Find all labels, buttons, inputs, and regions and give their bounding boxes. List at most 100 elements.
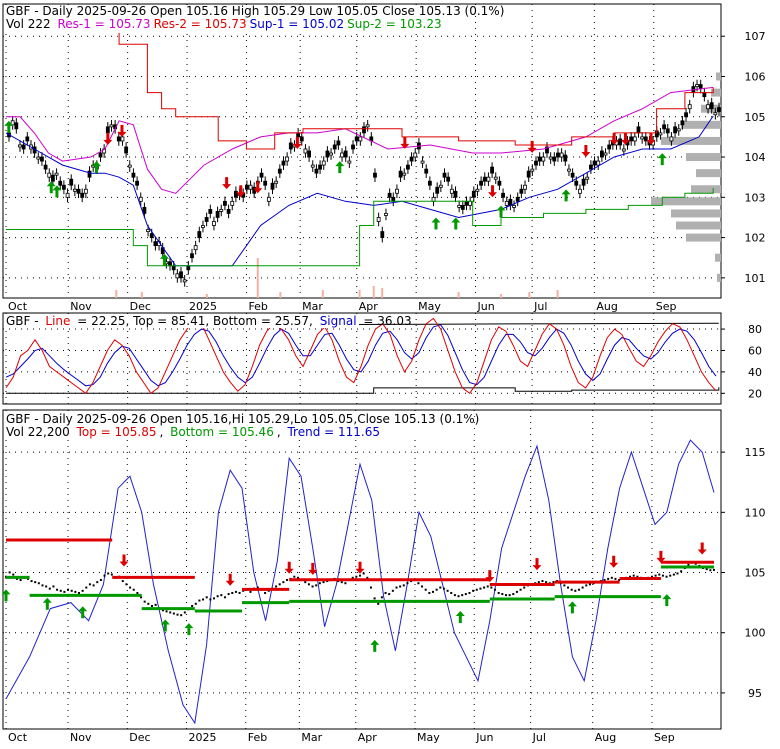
trend-price-tick [552, 581, 555, 584]
x-tick-label: 2025 [189, 300, 217, 313]
x-tick-label: Jun [475, 731, 493, 744]
x-tick-label: Mar [301, 731, 322, 744]
candle-body [548, 156, 553, 160]
trend-price-tick [391, 589, 394, 592]
candle-body [669, 136, 674, 142]
price-y-tick-label: 101 [745, 272, 766, 285]
trend-price-tick [468, 591, 471, 594]
support-arrow [496, 205, 506, 218]
trend-price-tick [567, 586, 570, 589]
candle-body [266, 196, 271, 202]
trend-price-tick [369, 586, 372, 589]
trend-header-line2-part: Top = 105.85 [76, 425, 157, 439]
trend-price-tick [676, 572, 679, 575]
candle-body [362, 126, 366, 134]
trend-price-tick [479, 587, 482, 590]
x-tick-label: Aug [595, 731, 616, 744]
x-tick-label: Oct [8, 300, 28, 313]
candle-body [307, 150, 312, 158]
candle-body [54, 172, 59, 176]
volume-bar [279, 292, 282, 298]
trend-price-tick [172, 612, 175, 615]
trend-header-line2-part: Bottom = 105.46 [170, 425, 274, 439]
candle-body [215, 211, 220, 218]
trend-price-tick [191, 604, 194, 607]
candle-body [190, 253, 194, 259]
candle-body [530, 168, 535, 172]
trend-price-tick [486, 585, 489, 588]
candle-body [391, 196, 396, 202]
candle-body [230, 200, 235, 206]
trend-price-tick [585, 584, 588, 587]
resistance-arrow [488, 185, 498, 198]
trend-y-tick-label: 110 [745, 506, 766, 519]
candle-body [471, 190, 476, 198]
stoch-header-part: = 22.25, Top = 85.41, Bottom = 25.57, [73, 314, 316, 328]
candle-body [318, 164, 322, 170]
candle-body [449, 188, 454, 194]
support-arrow [561, 189, 571, 202]
candle-body [406, 164, 410, 170]
trend-price-tick [541, 580, 544, 583]
trend-price-tick [132, 588, 135, 591]
trend-header-line2: Vol 22,200 Top = 105.85, Bottom = 105.46… [6, 425, 380, 439]
price-header-line2-part: Res-1 = 105.73 [58, 17, 151, 31]
support-arrow [46, 181, 56, 194]
trend-price-tick [249, 590, 252, 593]
candle-body [259, 172, 264, 178]
candle-body [570, 172, 575, 178]
trend-price-tick [278, 583, 281, 586]
trend-price-tick [70, 589, 73, 592]
candle-body [662, 124, 667, 130]
trend-price-tick [417, 582, 420, 585]
trend-price-tick [48, 587, 51, 590]
volume-bar [556, 290, 559, 298]
resistance-arrow [222, 177, 232, 190]
volume-bar [140, 292, 143, 298]
price-y-tick-label: 104 [745, 151, 766, 164]
volume-bar [500, 294, 503, 298]
trend-header-line1: GBF - Daily 2025-09-26 Open 105.16,Hi 10… [6, 412, 479, 426]
stock-chart: 101 102 103 104 105 106 107 Oct Nov Dec 2025 Feb Mar… [0, 0, 780, 745]
candle-body [43, 164, 48, 170]
candle-body [116, 136, 121, 142]
trend-price-tick [431, 590, 434, 593]
candle-body [219, 208, 224, 212]
trend-price-tick [37, 582, 40, 585]
candle-body [680, 120, 685, 126]
trend-price-tick [450, 591, 453, 594]
trend-price-tick [446, 589, 449, 592]
trend-price-tick [359, 574, 361, 577]
trend-price-tick [632, 574, 635, 577]
trend-price-tick [88, 583, 91, 586]
trend-price-tick [81, 589, 84, 592]
candle-body [621, 148, 626, 152]
trend-resistance-arrow [284, 561, 294, 574]
candle-body [244, 184, 249, 190]
candle-body [574, 180, 579, 186]
stoch-header-part: Line [45, 314, 70, 328]
trend-price-tick [362, 572, 365, 575]
trend-price-tick [508, 594, 511, 597]
candle-body [512, 204, 516, 208]
trend-price-tick [457, 595, 460, 598]
candle-body [515, 196, 520, 202]
candle-body [537, 156, 542, 162]
trend-price-tick [92, 584, 95, 587]
x-tick-label: Sep [654, 731, 675, 744]
trend-price-tick [52, 585, 55, 588]
x-tick-label: Nov [70, 300, 92, 313]
candle-body [438, 184, 443, 188]
candle-body [698, 84, 703, 89]
candle-body [373, 172, 377, 178]
candle-body [168, 261, 172, 267]
volume-profile-bar [696, 169, 721, 178]
candle-body [138, 196, 143, 202]
price-header-line1: GBF - Daily 2025-09-26 Open 105.16 High … [6, 4, 504, 18]
support-arrow [657, 153, 667, 166]
candle-body [175, 273, 180, 279]
candle-body [65, 192, 70, 198]
candle-body [332, 144, 337, 150]
candle-body [182, 279, 187, 283]
trend-price-tick [103, 574, 106, 577]
